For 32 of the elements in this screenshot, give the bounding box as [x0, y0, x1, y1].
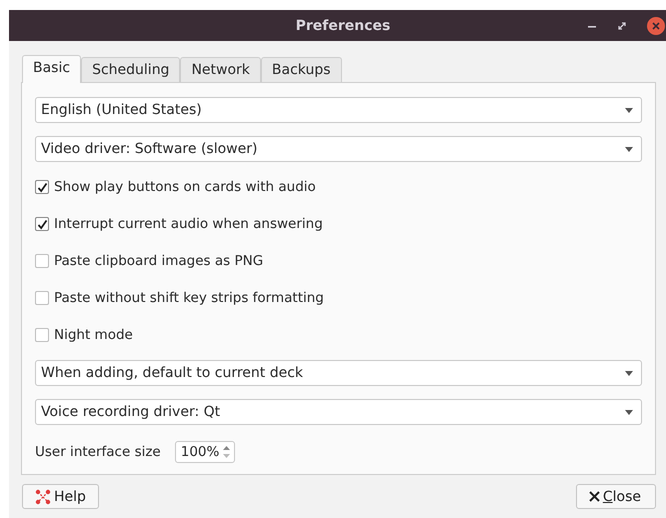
checkbox-label[interactable]: Night mode — [54, 327, 133, 343]
help-icon — [35, 488, 51, 504]
close-icon[interactable] — [647, 17, 665, 35]
checkbox-label[interactable]: Interrupt current audio when answering — [54, 216, 323, 232]
tab[interactable]: Scheduling — [81, 57, 180, 82]
checkbox[interactable] — [35, 180, 49, 194]
checkbox[interactable] — [35, 291, 49, 305]
spin-box[interactable]: 100% — [174, 441, 236, 463]
checkbox[interactable] — [35, 217, 49, 231]
dropdown[interactable]: When adding, default to current deck — [35, 360, 642, 386]
help-button[interactable]: Help — [22, 484, 99, 509]
window-title: Preferences — [296, 18, 390, 34]
checkbox-label[interactable]: Show play buttons on cards with audio — [54, 179, 316, 195]
checkbox[interactable] — [35, 328, 49, 342]
dropdown[interactable]: Video driver: Software (slower) — [35, 136, 642, 162]
close-icon — [588, 491, 600, 502]
tab[interactable]: Network — [180, 57, 261, 82]
spin-arrows-icon[interactable] — [222, 444, 232, 460]
dropdown[interactable]: English (United States) — [35, 97, 642, 123]
tab[interactable]: Basic — [22, 55, 82, 83]
dropdown[interactable]: Voice recording driver: Qt — [35, 399, 642, 425]
field-label: User interface size — [35, 444, 161, 460]
caret-icon — [625, 410, 633, 414]
tab[interactable]: Backups — [260, 57, 342, 82]
checkbox[interactable] — [35, 254, 49, 268]
checkbox-label[interactable]: Paste clipboard images as PNG — [54, 253, 264, 269]
restore-icon[interactable] — [617, 21, 627, 31]
checkbox-label[interactable]: Paste without shift key strips formatting — [54, 290, 324, 306]
caret-icon — [625, 146, 633, 152]
caret-icon — [625, 108, 633, 112]
close-button[interactable]: Close — [576, 484, 656, 509]
caret-icon — [625, 370, 633, 376]
